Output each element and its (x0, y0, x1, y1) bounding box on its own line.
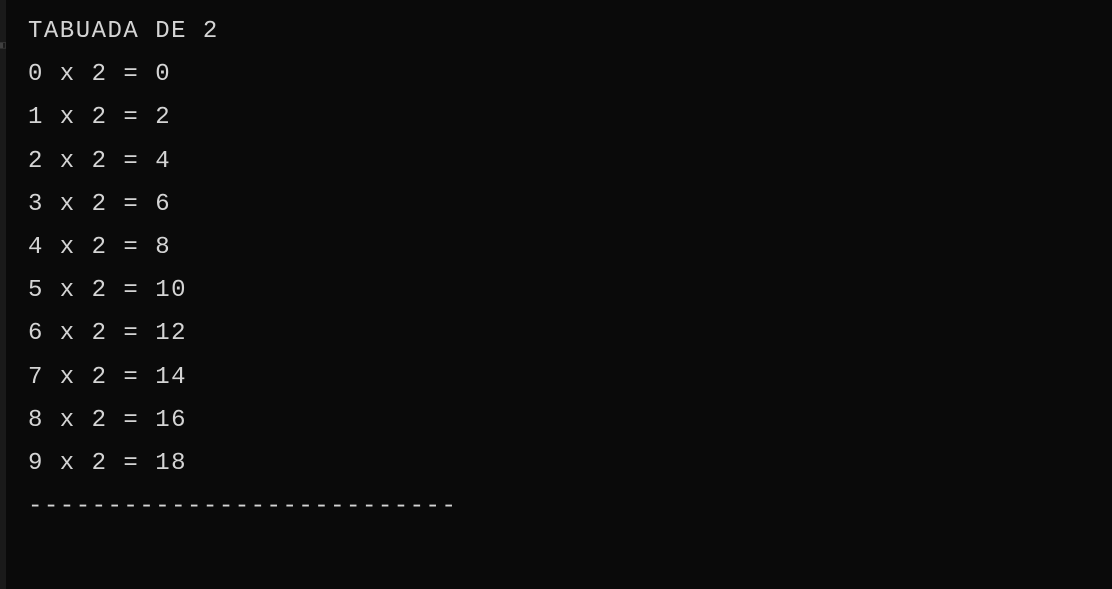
output-row: 5 x 2 = 10 (28, 269, 1112, 312)
output-row: 3 x 2 = 6 (28, 183, 1112, 226)
output-row: 2 x 2 = 4 (28, 140, 1112, 183)
output-row: 4 x 2 = 8 (28, 226, 1112, 269)
output-row: 9 x 2 = 18 (28, 442, 1112, 485)
output-title: TABUADA DE 2 (28, 10, 1112, 53)
editor-gutter (0, 0, 6, 589)
output-separator: --------------------------- (28, 485, 1112, 528)
output-row: 8 x 2 = 16 (28, 399, 1112, 442)
output-row: 7 x 2 = 14 (28, 356, 1112, 399)
output-row: 6 x 2 = 12 (28, 312, 1112, 355)
output-row: 0 x 2 = 0 (28, 53, 1112, 96)
output-row: 1 x 2 = 2 (28, 96, 1112, 139)
breakpoint-gutter-icon: ◧ (0, 38, 10, 52)
